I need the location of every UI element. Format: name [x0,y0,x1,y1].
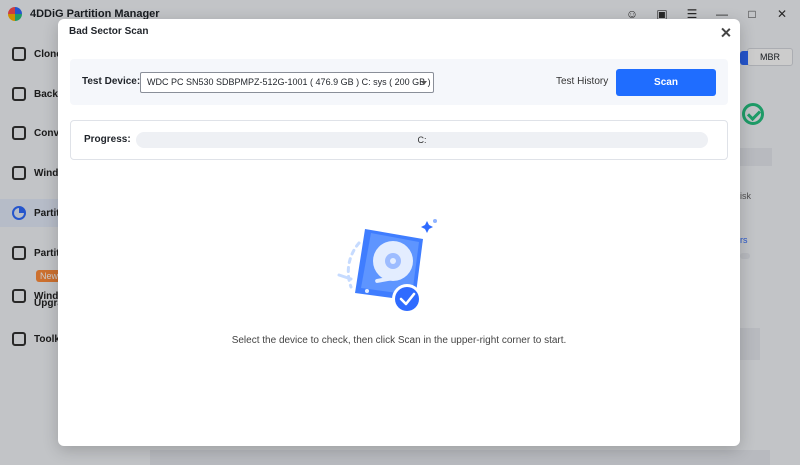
progress-bar: C: [136,132,708,148]
chevron-down-icon [421,81,427,85]
progress-label: Progress: [84,134,131,145]
instruction-text: Select the device to check, then click S… [231,335,567,346]
bad-sector-scan-dialog: Bad Sector Scan Test Device: WDC PC SN53… [58,19,740,446]
test-device-select[interactable]: WDC PC SN530 SDBPMPZ-512G-1001 ( 476.9 G… [140,72,434,93]
progress-text: C: [417,135,427,145]
progress-row: Progress: C: [70,120,728,160]
selected-device-text: WDC PC SN530 SDBPMPZ-512G-1001 ( 476.9 G… [147,77,431,87]
test-history-link[interactable]: Test History [556,76,608,87]
test-device-label: Test Device: [82,76,141,87]
hard-drive-check-icon [337,219,437,314]
scan-button[interactable]: Scan [616,69,716,96]
device-row: Test Device: WDC PC SN530 SDBPMPZ-512G-1… [70,59,728,105]
dialog-close-button[interactable] [718,25,734,41]
dialog-title: Bad Sector Scan [69,26,149,37]
